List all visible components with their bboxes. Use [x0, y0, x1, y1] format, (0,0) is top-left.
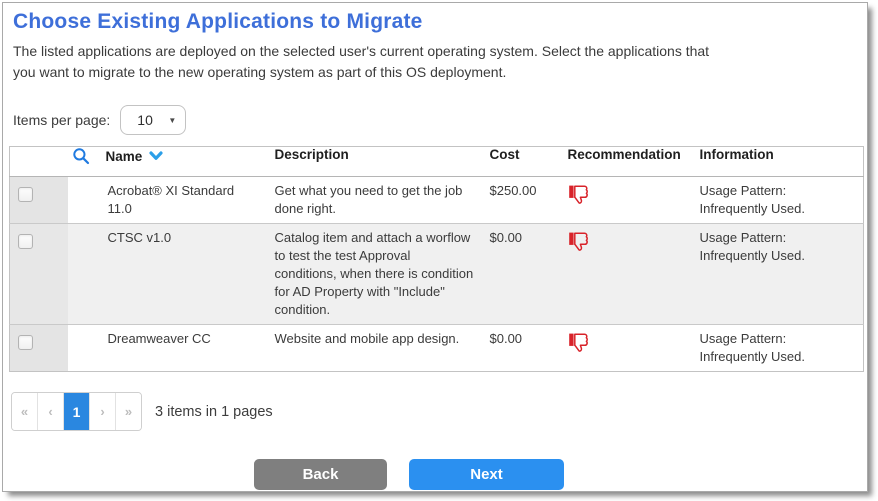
previous-page-button[interactable]: ‹ — [38, 393, 64, 430]
recommendation-cell — [560, 177, 692, 224]
application-description: Catalog item and attach a worflow to tes… — [267, 224, 482, 325]
items-per-page-select[interactable]: 10 ▼ — [120, 105, 186, 135]
page-description: The listed applications are deployed on … — [13, 41, 857, 83]
checkbox-cell — [10, 325, 68, 372]
checkbox-cell — [10, 224, 68, 325]
search-icon[interactable] — [72, 147, 90, 165]
recommendation-column-header: Recommendation — [560, 147, 692, 177]
page-description-line: you want to migrate to the new operating… — [13, 62, 857, 83]
next-page-button[interactable]: › — [90, 393, 116, 430]
applications-table: Name Description Cost Recommendation Inf… — [9, 146, 864, 372]
pagination-summary: 3 items in 1 pages — [155, 404, 273, 420]
chevron-down-icon[interactable] — [149, 151, 163, 161]
checkbox-cell — [10, 177, 68, 224]
items-per-page-value: 10 — [137, 112, 153, 128]
row-checkbox[interactable] — [18, 234, 33, 249]
table-row: Acrobat® XI Standard 11.0 Get what you n… — [10, 177, 864, 224]
first-page-button[interactable]: « — [12, 393, 38, 430]
row-checkbox[interactable] — [18, 335, 33, 350]
page-1-button[interactable]: 1 — [64, 393, 90, 430]
next-button[interactable]: Next — [409, 459, 564, 490]
application-cost: $0.00 — [482, 224, 560, 325]
last-page-button[interactable]: » — [116, 393, 141, 430]
thumbs-down-icon — [568, 332, 591, 353]
items-per-page-row: Items per page: 10 ▼ — [13, 104, 857, 136]
name-column-label: Name — [106, 149, 143, 164]
application-description: Website and mobile app design. — [267, 325, 482, 372]
description-column-header: Description — [267, 147, 482, 177]
application-description: Get what you need to get the job done ri… — [267, 177, 482, 224]
thumbs-down-icon — [568, 184, 591, 205]
application-name: CTSC v1.0 — [68, 224, 267, 325]
back-button[interactable]: Back — [254, 459, 387, 490]
page-description-line: The listed applications are deployed on … — [13, 41, 857, 62]
application-information: Usage Pattern: Infrequently Used. — [692, 224, 864, 325]
application-name: Dreamweaver CC — [68, 325, 267, 372]
thumbs-down-icon — [568, 231, 591, 252]
table-row: CTSC v1.0 Catalog item and attach a worf… — [10, 224, 864, 325]
application-cost: $0.00 — [482, 325, 560, 372]
table-row: Dreamweaver CC Website and mobile app de… — [10, 325, 864, 372]
caret-down-icon: ▼ — [168, 116, 176, 125]
application-information: Usage Pattern: Infrequently Used. — [692, 177, 864, 224]
items-per-page-label: Items per page: — [13, 112, 110, 128]
recommendation-cell — [560, 224, 692, 325]
name-column-header[interactable]: Name — [68, 147, 267, 177]
recommendation-cell — [560, 325, 692, 372]
pagination-row: « ‹ 1 › » 3 items in 1 pages — [11, 392, 867, 431]
application-name: Acrobat® XI Standard 11.0 — [68, 177, 267, 224]
wizard-footer: Back Next — [3, 459, 867, 490]
application-information: Usage Pattern: Infrequently Used. — [692, 325, 864, 372]
table-header-row: Name Description Cost Recommendation Inf… — [10, 147, 864, 177]
migrate-applications-dialog: Choose Existing Applications to Migrate … — [2, 2, 868, 492]
pagination-group: « ‹ 1 › » — [11, 392, 142, 431]
checkbox-column-header — [10, 147, 68, 177]
cost-column-header: Cost — [482, 147, 560, 177]
row-checkbox[interactable] — [18, 187, 33, 202]
page-title: Choose Existing Applications to Migrate — [13, 10, 857, 34]
application-cost: $250.00 — [482, 177, 560, 224]
information-column-header: Information — [692, 147, 864, 177]
